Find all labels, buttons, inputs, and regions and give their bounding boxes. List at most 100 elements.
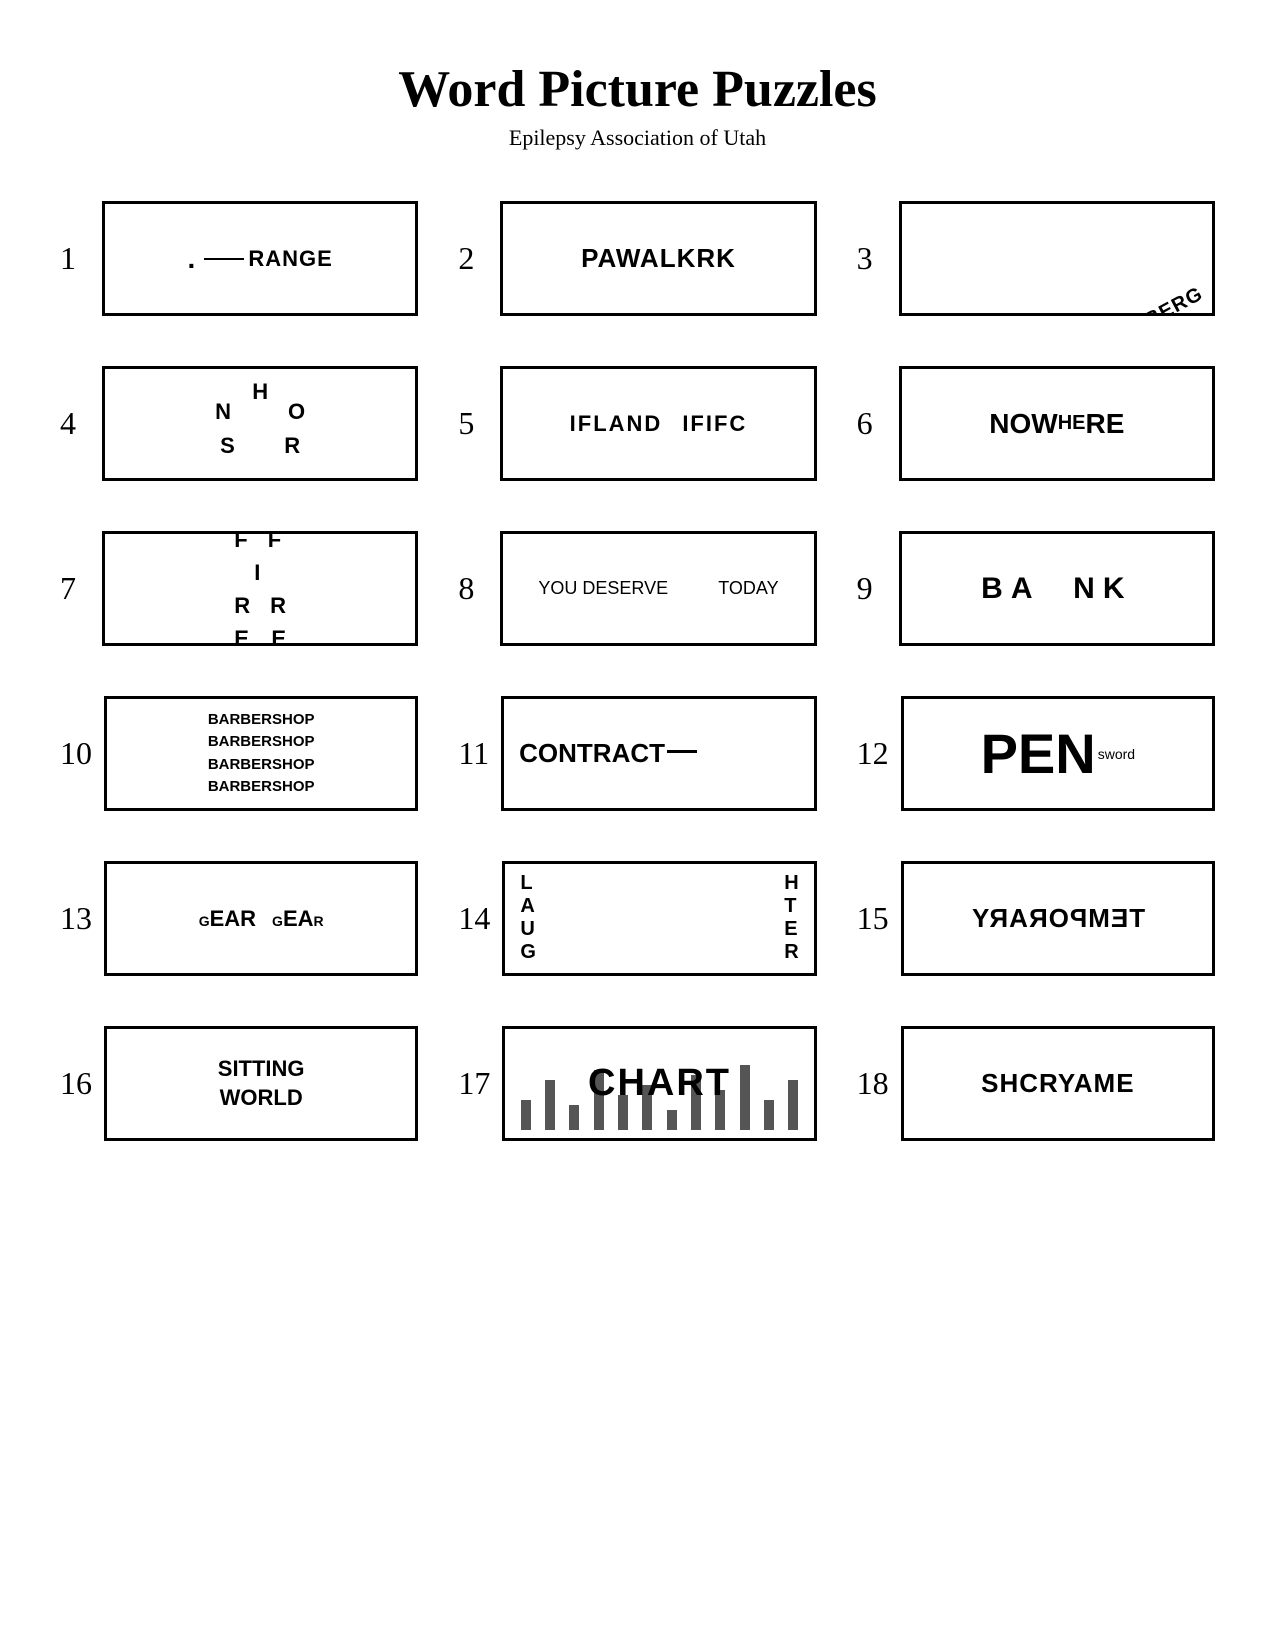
puzzle-cell-13: 13 GEAR GEAR [60,861,418,976]
p7-E2: E [271,622,286,647]
p4-S: S [220,433,235,459]
puzzle-cell-11: 11 CONTRACT [458,696,816,811]
puzzle-17-container: CHART [505,1029,813,1138]
puzzle-8-text2: TODAY [718,578,778,599]
puzzle-box-15: TEMPORARY [901,861,1215,976]
p7-I: I [254,556,260,589]
puzzle-6-he: HE [1058,412,1086,435]
puzzle-number-16: 16 [60,1065,92,1102]
puzzle-number-4: 4 [60,405,90,442]
puzzle-16-content: SITTING WORLD [218,1055,305,1112]
p16-line1: SITTING [218,1055,305,1084]
puzzle-5-text1: IFLAND [570,411,663,437]
page-title: Word Picture Puzzles [60,60,1215,119]
puzzle-number-3: 3 [857,240,887,277]
puzzle-9-content: BA NK [981,572,1132,606]
puzzle-number-15: 15 [857,900,889,937]
puzzle-2-content: PAWALKRK [581,243,736,274]
p14-H: H [784,872,798,895]
p13-g2-main: EA [283,906,314,932]
puzzle-cell-10: 10 BARBERSHOP BARBERSHOP BARBERSHOP BARB… [60,696,418,811]
puzzle-1-range: RANGE [248,246,332,272]
p4-N: N [215,399,231,425]
p16-line2: WORLD [220,1084,303,1113]
puzzle-cell-7: 7 FF I RR EE [60,531,418,646]
bar-11 [764,1100,774,1130]
puzzle-number-1: 1 [60,240,90,277]
puzzle-box-2: PAWALKRK [500,201,816,316]
puzzle-cell-15: 15 TEMPORARY [857,861,1215,976]
puzzle-18-content: SHCRYAME [981,1068,1134,1099]
puzzle-11-line [667,750,697,753]
puzzle-cell-9: 9 BA NK [857,531,1215,646]
bar-7 [667,1110,677,1130]
puzzle-12-sword: sword [1098,746,1135,762]
puzzle-number-13: 13 [60,900,92,937]
puzzle-box-13: GEAR GEAR [104,861,418,976]
puzzle-number-11: 11 [458,735,489,772]
puzzle-13-gear2: GEAR [272,906,324,932]
puzzle-box-3: ICEBERG [899,201,1215,316]
puzzle-cell-6: 6 NOWHERE [857,366,1215,481]
puzzle-box-16: SITTING WORLD [104,1026,418,1141]
p13-g2-sup: R [314,913,324,929]
puzzle-number-2: 2 [458,240,488,277]
p7-R1: R [234,589,250,622]
puzzle-8-content: YOU DESERVE TODAY [503,578,813,599]
puzzle-4-circular: H O R S N [215,379,305,469]
puzzle-14-left: L A U G [520,872,536,965]
p14-G: G [520,941,536,964]
puzzle-box-4: H O R S N [102,366,418,481]
puzzle-17-overlay: CHART [588,1062,731,1105]
p7-row1: FF [234,531,286,556]
puzzle-cell-8: 8 YOU DESERVE TODAY [458,531,816,646]
p7-E1: E [234,622,249,647]
puzzle-5-text2: IFIFC [682,411,747,437]
puzzle-6-content: NOWHERE [989,408,1124,440]
puzzle-5-content: IFLAND IFIFC [503,411,813,437]
puzzle-cell-12: 12 PENsword [857,696,1215,811]
puzzle-number-17: 17 [458,1065,490,1102]
puzzle-7-content: FF I RR EE [219,531,301,646]
puzzle-box-5: IFLAND IFIFC [500,366,816,481]
puzzle-box-14: L A U G H T E R [502,861,816,976]
puzzle-13-gear1: GEAR [199,906,256,932]
puzzle-11-text: CONTRACT [519,738,665,769]
bar-1 [521,1100,531,1130]
p14-E: E [784,918,797,941]
puzzle-11-content: CONTRACT [504,738,814,769]
p7-row4: EE [234,622,286,647]
p13-g1-main: EAR [210,906,256,932]
puzzle-number-7: 7 [60,570,90,607]
puzzle-cell-4: 4 H O R S N [60,366,418,481]
bar-12 [788,1080,798,1130]
p7-row3: RR [234,589,286,622]
puzzle-number-5: 5 [458,405,488,442]
puzzle-17-text: CHART [588,1062,731,1104]
p4-H: H [252,379,268,405]
puzzle-6-now: NOW [989,408,1057,440]
puzzle-box-17: CHART [502,1026,816,1141]
puzzle-6-re: RE [1085,408,1124,440]
puzzle-1-content: . RANGE [188,243,333,275]
puzzle-cell-3: 3 ICEBERG [857,201,1215,316]
puzzle-number-10: 10 [60,735,92,772]
puzzle-cell-18: 18 SHCRYAME [857,1026,1215,1141]
p13-g1-sub: G [199,913,210,929]
bar-10 [740,1065,750,1130]
p14-L: L [520,872,532,895]
puzzle-4-content: H O R S N [105,369,415,478]
puzzle-box-12: PENsword [901,696,1215,811]
p14-T: T [784,895,796,918]
puzzle-cell-5: 5 IFLAND IFIFC [458,366,816,481]
puzzle-box-1: . RANGE [102,201,418,316]
bar-3 [569,1105,579,1130]
p13-g2-sub: G [272,913,283,929]
puzzle-cell-1: 1 . RANGE [60,201,418,316]
p14-A: A [520,895,534,918]
puzzle-3-text: ICEBERG [1110,283,1207,313]
p7-F2: F [268,531,281,556]
puzzle-cell-16: 16 SITTING WORLD [60,1026,418,1141]
puzzle-1-dot: . [188,243,197,275]
puzzle-box-8: YOU DESERVE TODAY [500,531,816,646]
